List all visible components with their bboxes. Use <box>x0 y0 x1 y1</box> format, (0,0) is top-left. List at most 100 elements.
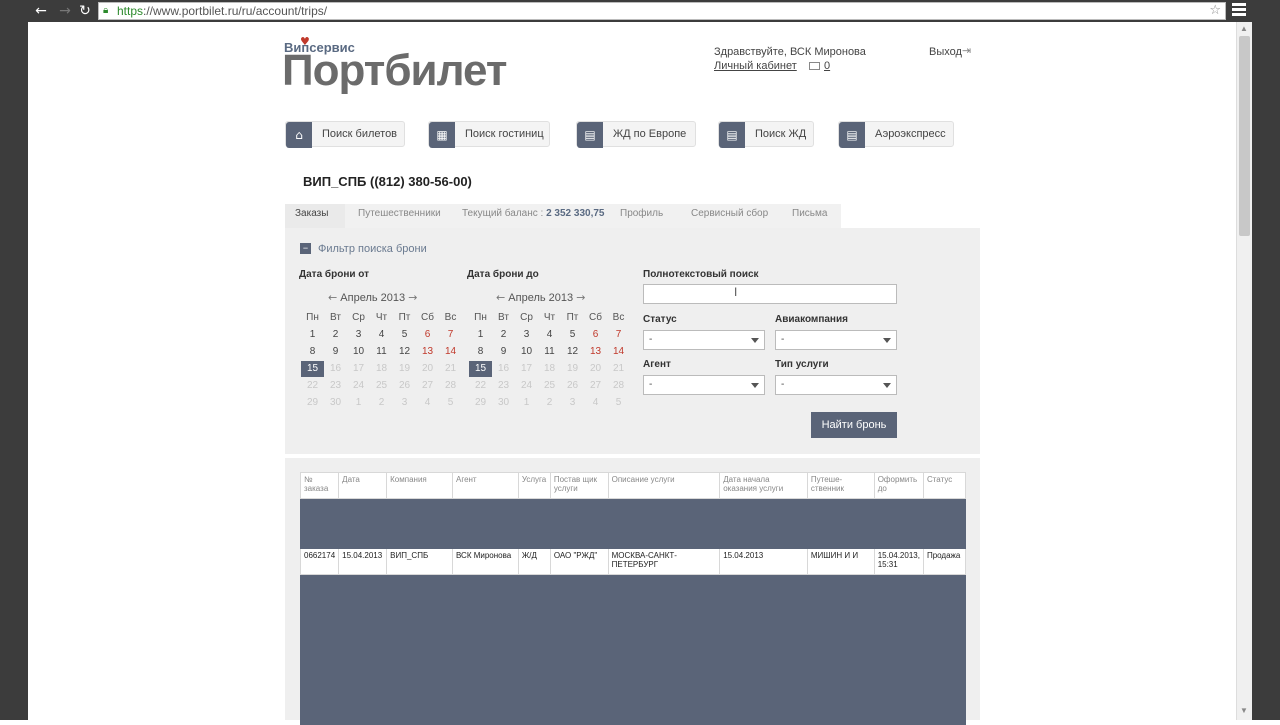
nav-tab-rail[interactable]: ▤ Поиск ЖД <box>718 121 814 148</box>
calendar-day[interactable]: 13 <box>584 344 607 360</box>
calendar-day[interactable]: 14 <box>439 344 462 360</box>
calendar-week: 15 16 17 18 19 20 21 <box>469 361 631 378</box>
calendar-day: 2 <box>378 397 385 408</box>
calendar-day: 21 <box>612 363 625 374</box>
next-month-icon[interactable]: → <box>576 291 585 304</box>
nav-tab-europe-rail[interactable]: ▤ ЖД по Европе <box>576 121 696 148</box>
table-cell: ОАО "РЖД" <box>549 548 609 575</box>
calendar-day[interactable]: 10 <box>515 344 538 360</box>
calendar-weekdays: Пн Вт Ср Чт Пт Сб Вс <box>469 310 631 327</box>
calendar-day: 20 <box>589 363 602 374</box>
browser-menu-icon[interactable] <box>1232 3 1246 19</box>
calendar-day[interactable]: 2 <box>492 327 515 343</box>
calendar-day[interactable]: 13 <box>416 344 439 360</box>
calendar-day: 24 <box>520 380 533 391</box>
status-label: Статус <box>643 314 677 325</box>
calendar-week: 1234567 <box>301 327 463 344</box>
calendar-day: 1 <box>523 397 530 408</box>
calendar-day[interactable]: 6 <box>416 327 439 343</box>
tab-letters[interactable]: Письма <box>792 208 827 228</box>
calendar-day[interactable]: 6 <box>584 327 607 343</box>
agent-select[interactable]: - <box>643 375 765 395</box>
calendar-day-selected[interactable]: 15 <box>469 361 492 377</box>
calendar-day[interactable]: 5 <box>561 327 584 343</box>
calendar-day[interactable]: 12 <box>393 344 416 360</box>
calendar-week: 8 9 10 11 12 13 14 <box>301 344 463 361</box>
airline-select[interactable]: - <box>775 330 897 350</box>
back-icon[interactable]: ← <box>32 2 50 20</box>
reload-icon[interactable]: ↻ <box>76 2 94 20</box>
scrollbar-thumb[interactable] <box>1239 36 1250 236</box>
nav-tab-aeroexpress[interactable]: ▤ Аэроэкспресс <box>838 121 954 148</box>
service-type-select[interactable]: - <box>775 375 897 395</box>
chevron-down-icon <box>751 338 759 343</box>
address-bar[interactable]: 🔒︎ https://www.portbilet.ru/ru/account/t… <box>98 2 1226 20</box>
calendar-day[interactable]: 12 <box>561 344 584 360</box>
column-header: Постав щик услуги <box>549 472 609 499</box>
nav-tab-hotels[interactable]: ▦ Поиск гостиниц <box>428 121 550 148</box>
calendar-day[interactable]: 2 <box>324 327 347 343</box>
calendar-week: 22 23 24 25 26 27 28 <box>469 378 631 395</box>
tab-travelers[interactable]: Путешественники <box>358 208 441 228</box>
calendar-month: Апрель 2013 <box>508 292 574 304</box>
calendar-day[interactable]: 1 <box>301 327 324 343</box>
next-month-icon[interactable]: → <box>408 291 417 304</box>
nav-tab-tickets[interactable]: ⌂ Поиск билетов <box>285 121 405 148</box>
calendar-day[interactable]: 9 <box>324 344 347 360</box>
find-booking-button[interactable]: Найти бронь <box>811 412 897 438</box>
table-row[interactable]: 0662174 15.04.2013 ВИП_СПБ ВСК Миронова Ж/Д О… <box>299 548 967 575</box>
calendar-day[interactable]: 10 <box>347 344 370 360</box>
nav-tab-label: ЖД по Европе <box>613 128 687 140</box>
calendar-day[interactable]: 7 <box>607 327 630 343</box>
calendar-day[interactable]: 3 <box>515 327 538 343</box>
calendar-day[interactable]: 14 <box>607 344 630 360</box>
calendar-from-header: ← Апрель 2013 → <box>328 291 417 304</box>
calendar-week: 22 23 24 25 26 27 28 <box>301 378 463 395</box>
logo[interactable]: Портбилет <box>282 48 507 94</box>
calendar-day[interactable]: 5 <box>393 327 416 343</box>
mail-icon[interactable] <box>809 62 820 70</box>
calendar-day-selected[interactable]: 15 <box>301 361 324 377</box>
balance-value: 2 352 330,75 <box>546 208 605 219</box>
calendar-day[interactable]: 1 <box>469 327 492 343</box>
tab-service-fee[interactable]: Сервисный сбор <box>691 208 768 228</box>
calendar-day[interactable]: 9 <box>492 344 515 360</box>
column-header: Описание услуги <box>607 472 721 499</box>
mail-count[interactable]: 0 <box>824 60 830 72</box>
calendar-day[interactable]: 8 <box>301 344 324 360</box>
calendar-day[interactable]: 8 <box>469 344 492 360</box>
calendar-day: 22 <box>474 380 487 391</box>
filter-title[interactable]: Фильтр поиска брони <box>318 243 427 255</box>
table-cell: 15.04.2013 <box>338 548 388 575</box>
tab-orders[interactable]: Заказы <box>295 208 328 228</box>
calendar-day: 27 <box>421 380 434 391</box>
calendar-day: 23 <box>497 380 510 391</box>
weekday-label: Чт <box>375 312 388 323</box>
table-cell: 15.04.2013 <box>719 548 808 575</box>
personal-cabinet-link[interactable]: Личный кабинет <box>714 60 797 72</box>
calendar-day: 19 <box>566 363 579 374</box>
prev-month-icon[interactable]: ← <box>496 291 505 304</box>
forward-icon[interactable]: → <box>56 2 74 20</box>
calendar-day[interactable]: 7 <box>439 327 462 343</box>
vertical-scrollbar[interactable]: ▲ ▼ <box>1236 22 1252 720</box>
bookmark-star-icon[interactable]: ☆ <box>1209 3 1221 18</box>
calendar-day[interactable]: 11 <box>538 344 561 360</box>
scroll-up-icon[interactable]: ▲ <box>1240 24 1248 33</box>
calendar-day[interactable]: 3 <box>347 327 370 343</box>
tab-profile[interactable]: Профиль <box>620 208 663 228</box>
logout-link[interactable]: Выход <box>929 46 962 58</box>
building-icon: ▦ <box>429 122 455 148</box>
collapse-icon[interactable]: − <box>300 243 311 254</box>
weekday-label: Чт <box>543 312 556 323</box>
fulltext-search-input[interactable] <box>643 284 897 304</box>
scroll-down-icon[interactable]: ▼ <box>1240 706 1248 715</box>
logout-icon[interactable]: ⇥ <box>962 44 971 57</box>
calendar-day[interactable]: 4 <box>538 327 561 343</box>
status-select[interactable]: - <box>643 330 765 350</box>
calendar-day[interactable]: 4 <box>370 327 393 343</box>
prev-month-icon[interactable]: ← <box>328 291 337 304</box>
table-cell: ВИП_СПБ <box>386 548 453 575</box>
calendar-day[interactable]: 11 <box>370 344 393 360</box>
tab-balance[interactable]: Текущий баланс : 2 352 330,75 <box>462 208 604 228</box>
